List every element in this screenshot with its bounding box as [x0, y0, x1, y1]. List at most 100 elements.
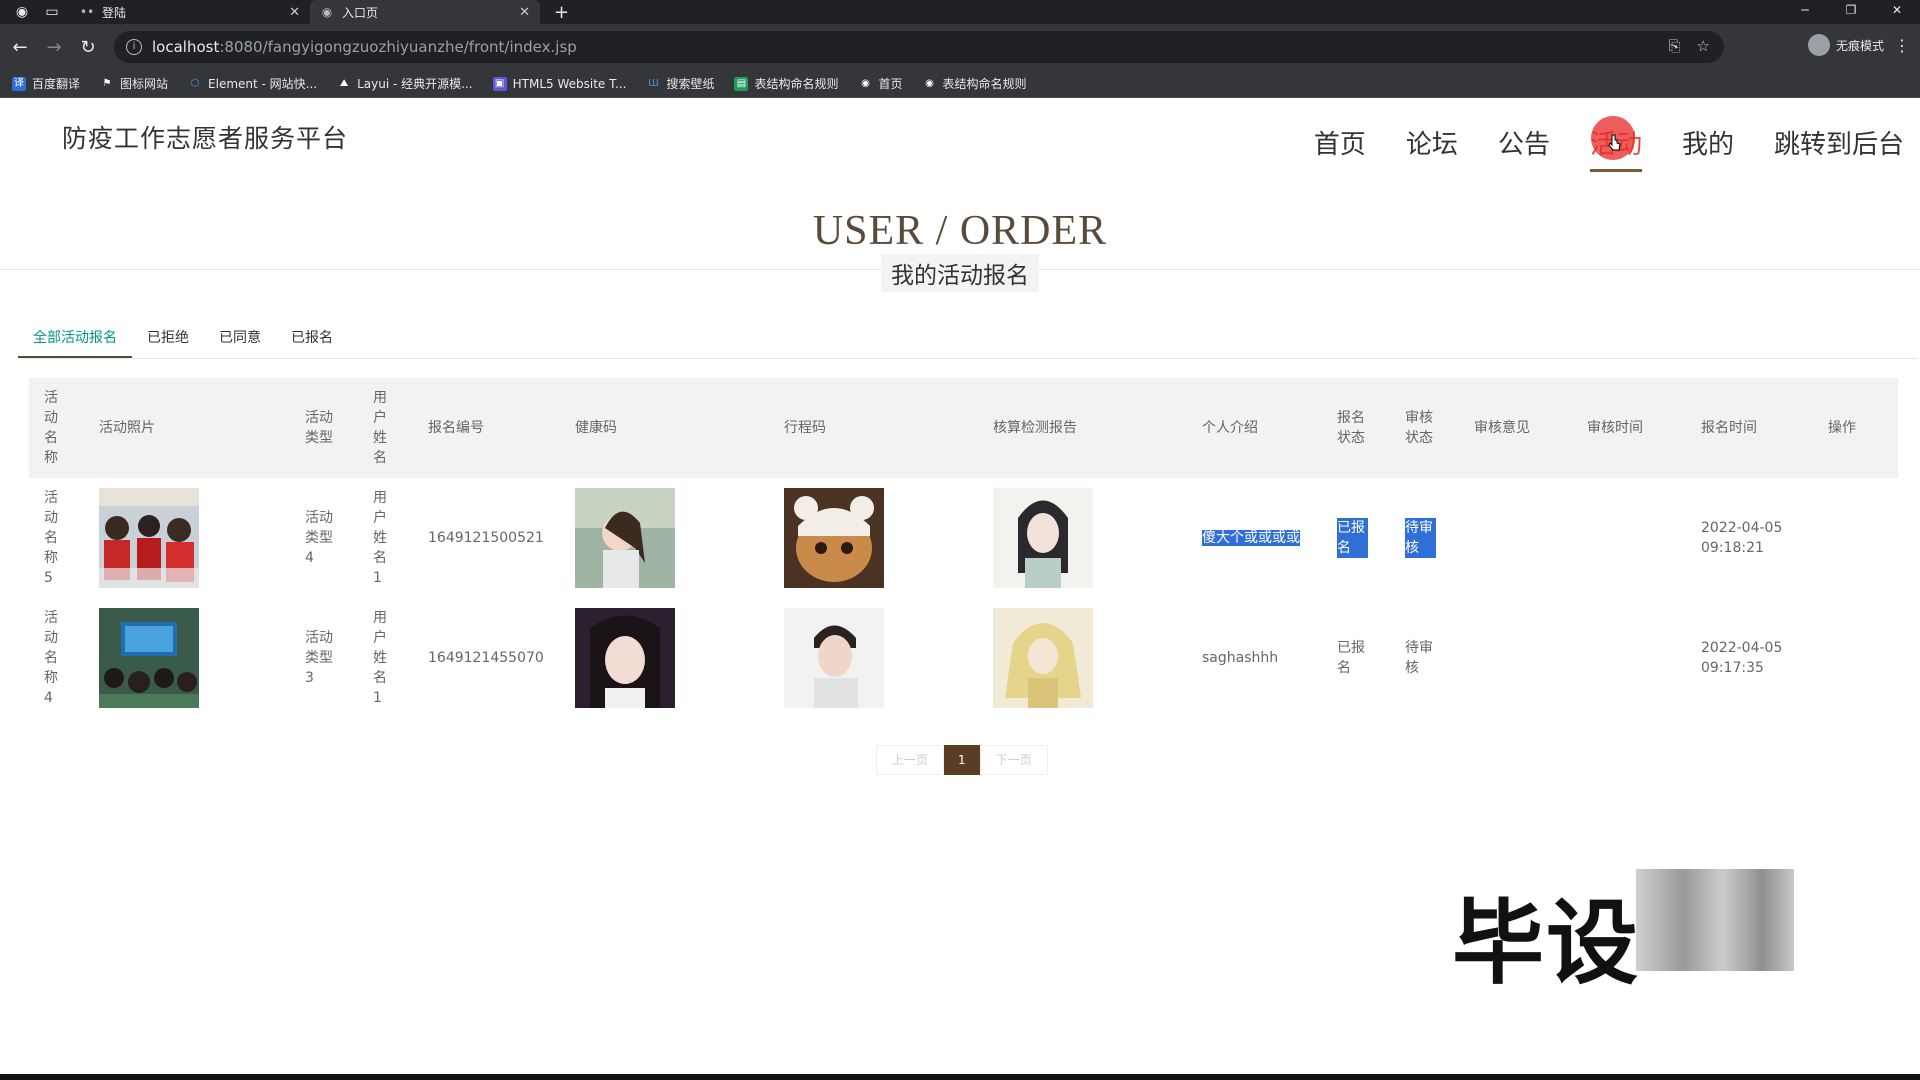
address-bar[interactable]: i localhost:8080/fangyigongzuozhiyuanzhe… [114, 31, 1724, 63]
col-header: 审核时间 [1587, 420, 1643, 436]
bookmark-label: 首页 [878, 77, 903, 91]
review-status: 待审核 [1405, 518, 1436, 558]
tab-title: 入口页 [342, 5, 379, 20]
browser-tab-entry[interactable]: ◉ 入口页 ✕ [310, 0, 540, 24]
nav-notice[interactable]: 公告 [1498, 124, 1550, 172]
back-icon[interactable]: ← [6, 37, 34, 58]
page-heading: USER / ORDER [812, 208, 1108, 254]
user-name: 用户姓名1 [373, 610, 387, 706]
col-header: 报名时间 [1701, 420, 1757, 436]
next-page-button[interactable]: 下一页 [979, 745, 1048, 775]
tab-search-icon[interactable]: ▭ [44, 4, 60, 20]
tab-rejected[interactable]: 已拒绝 [132, 319, 204, 358]
bookmark-label: 表结构命名规则 [754, 77, 839, 91]
user-name: 用户姓名1 [373, 490, 387, 586]
activity-name: 活动名称5 [44, 490, 58, 586]
signup-date: 2022-04-05 [1701, 640, 1783, 656]
bookmark-item[interactable]: Ш 搜索壁纸 [646, 75, 714, 92]
tab-favicon-icon: ◉ [321, 5, 333, 19]
url-path: :8080/fangyigongzuozhiyuanzhe/front/inde… [219, 38, 577, 56]
bookmark-item[interactable]: ◉ 表结构命名规则 [923, 75, 1027, 92]
activity-photo[interactable] [99, 488, 199, 588]
table-row: 活动名称4 活动类型3 用户姓名1 1649121455070 saghashh… [29, 598, 1898, 718]
table-header-row: 活动名称 活动照片 活动类型 用户姓名 报名编号 健康码 行程码 核算检测报告 … [29, 378, 1898, 478]
profile-button[interactable]: 无痕模式 [1807, 34, 1884, 56]
bookmark-item[interactable]: 译百度翻译 [12, 75, 80, 92]
signup-time: 2022-04-05 09:17:35 [1686, 598, 1813, 718]
col-header: 审核意见 [1474, 420, 1530, 436]
close-icon[interactable]: ✕ [519, 5, 530, 20]
forward-icon[interactable]: → [40, 37, 68, 58]
signup-number: 1649121455070 [428, 650, 544, 666]
health-code-image[interactable] [575, 608, 675, 708]
sheet-icon: ▤ [734, 76, 749, 91]
personal-intro: saghashhh [1202, 650, 1279, 666]
bookmark-item[interactable]: ▣ HTML5 Website T... [492, 76, 627, 91]
web-page: 防疫工作志愿者服务平台 首页 论坛 公告 活动 我的 跳转到后台 USER / … [0, 99, 1920, 1074]
personal-intro: 傻大个或或或或 [1202, 530, 1300, 546]
incognito-avatar-icon [1807, 34, 1830, 56]
activity-photo[interactable] [99, 608, 199, 708]
more-menu-icon[interactable]: ⋮ [1894, 36, 1910, 55]
activity-name: 活动名称4 [44, 610, 58, 706]
pagination: 上一页 1 下一页 [876, 745, 1048, 775]
bookmark-label: HTML5 Website T... [512, 76, 627, 91]
profile-label: 无痕模式 [1835, 38, 1884, 53]
bookmark-label: Layui - 经典开源模... [357, 77, 473, 91]
globe-icon: ◉ [925, 77, 934, 89]
new-tab-icon[interactable]: + [554, 2, 569, 23]
minimize-icon[interactable]: ─ [1782, 0, 1828, 24]
row-actions [1813, 478, 1898, 598]
window-close-icon[interactable]: ✕ [1874, 0, 1920, 24]
bookmark-item[interactable]: ▤ 表结构命名规则 [734, 75, 838, 92]
bookmark-star-icon[interactable]: ☆ [1697, 37, 1710, 55]
signup-clock: 09:18:21 [1701, 540, 1764, 556]
col-header: 用户姓名 [373, 390, 387, 466]
globe-icon: ◉ [861, 77, 870, 89]
bookmarks-bar: 译百度翻译 ⚑ 图标网站 ⬡ Element - 网站快... ⛰ Layui - 经… [0, 70, 1920, 98]
col-header: 个人介绍 [1202, 420, 1258, 436]
bookmark-label: 搜索壁纸 [666, 77, 715, 91]
translate-icon[interactable]: ⎘ [1669, 37, 1681, 55]
health-code-image[interactable] [575, 488, 675, 588]
col-header: 活动照片 [99, 420, 155, 436]
browser-tabbar: ◉ ▭ •• 登陆 ✕ ◉ 入口页 ✕ + ─ ❐ ✕ [0, 0, 1920, 24]
tab-registered[interactable]: 已报名 [276, 319, 348, 358]
bookmark-item[interactable]: ◉ 首页 [858, 75, 902, 92]
trip-code-image[interactable] [784, 608, 884, 708]
element-icon: ⬡ [190, 77, 200, 89]
signup-number: 1649121500521 [428, 530, 544, 546]
bookmark-item[interactable]: ⬡ Element - 网站快... [188, 75, 317, 92]
window-controls: ─ ❐ ✕ [1782, 0, 1920, 24]
bookmark-item[interactable]: ⛰ Layui - 经典开源模... [337, 75, 473, 92]
browser-tab-login[interactable]: •• 登陆 ✕ [70, 0, 310, 24]
test-report-image[interactable] [993, 488, 1093, 588]
page-subtitle: 我的活动报名 [881, 254, 1039, 292]
signup-date: 2022-04-05 [1701, 520, 1783, 536]
trip-code-image[interactable] [784, 488, 884, 588]
signup-clock: 09:17:35 [1701, 660, 1764, 676]
nav-mine[interactable]: 我的 [1682, 124, 1734, 172]
nav-home[interactable]: 首页 [1314, 124, 1366, 172]
bookmark-item[interactable]: ⚑ 图标网站 [100, 75, 169, 92]
test-report-image[interactable] [993, 608, 1093, 708]
tab-all[interactable]: 全部活动报名 [18, 319, 132, 358]
review-opinion [1459, 598, 1572, 718]
current-page[interactable]: 1 [944, 745, 980, 775]
nav-forum[interactable]: 论坛 [1406, 124, 1458, 172]
nav-admin[interactable]: 跳转到后台 [1774, 124, 1904, 172]
close-icon[interactable]: ✕ [289, 5, 300, 20]
reload-icon[interactable]: ↻ [74, 37, 102, 58]
tab-approved[interactable]: 已同意 [204, 319, 276, 358]
tab-favicon-icon: •• [80, 5, 95, 19]
site-info-icon[interactable]: i [126, 39, 142, 55]
translate-bookmark-icon: 译 [12, 76, 26, 91]
wallpaper-icon: Ш [648, 77, 659, 89]
row-actions [1813, 598, 1898, 718]
bookmark-label: 表结构命名规则 [942, 77, 1027, 91]
restore-icon[interactable]: ❐ [1828, 0, 1874, 24]
bookmark-label: Element - 网站快... [208, 77, 318, 91]
col-header: 审核状态 [1405, 410, 1433, 446]
prev-page-button[interactable]: 上一页 [876, 745, 945, 775]
flag-icon: ⚑ [102, 77, 112, 89]
